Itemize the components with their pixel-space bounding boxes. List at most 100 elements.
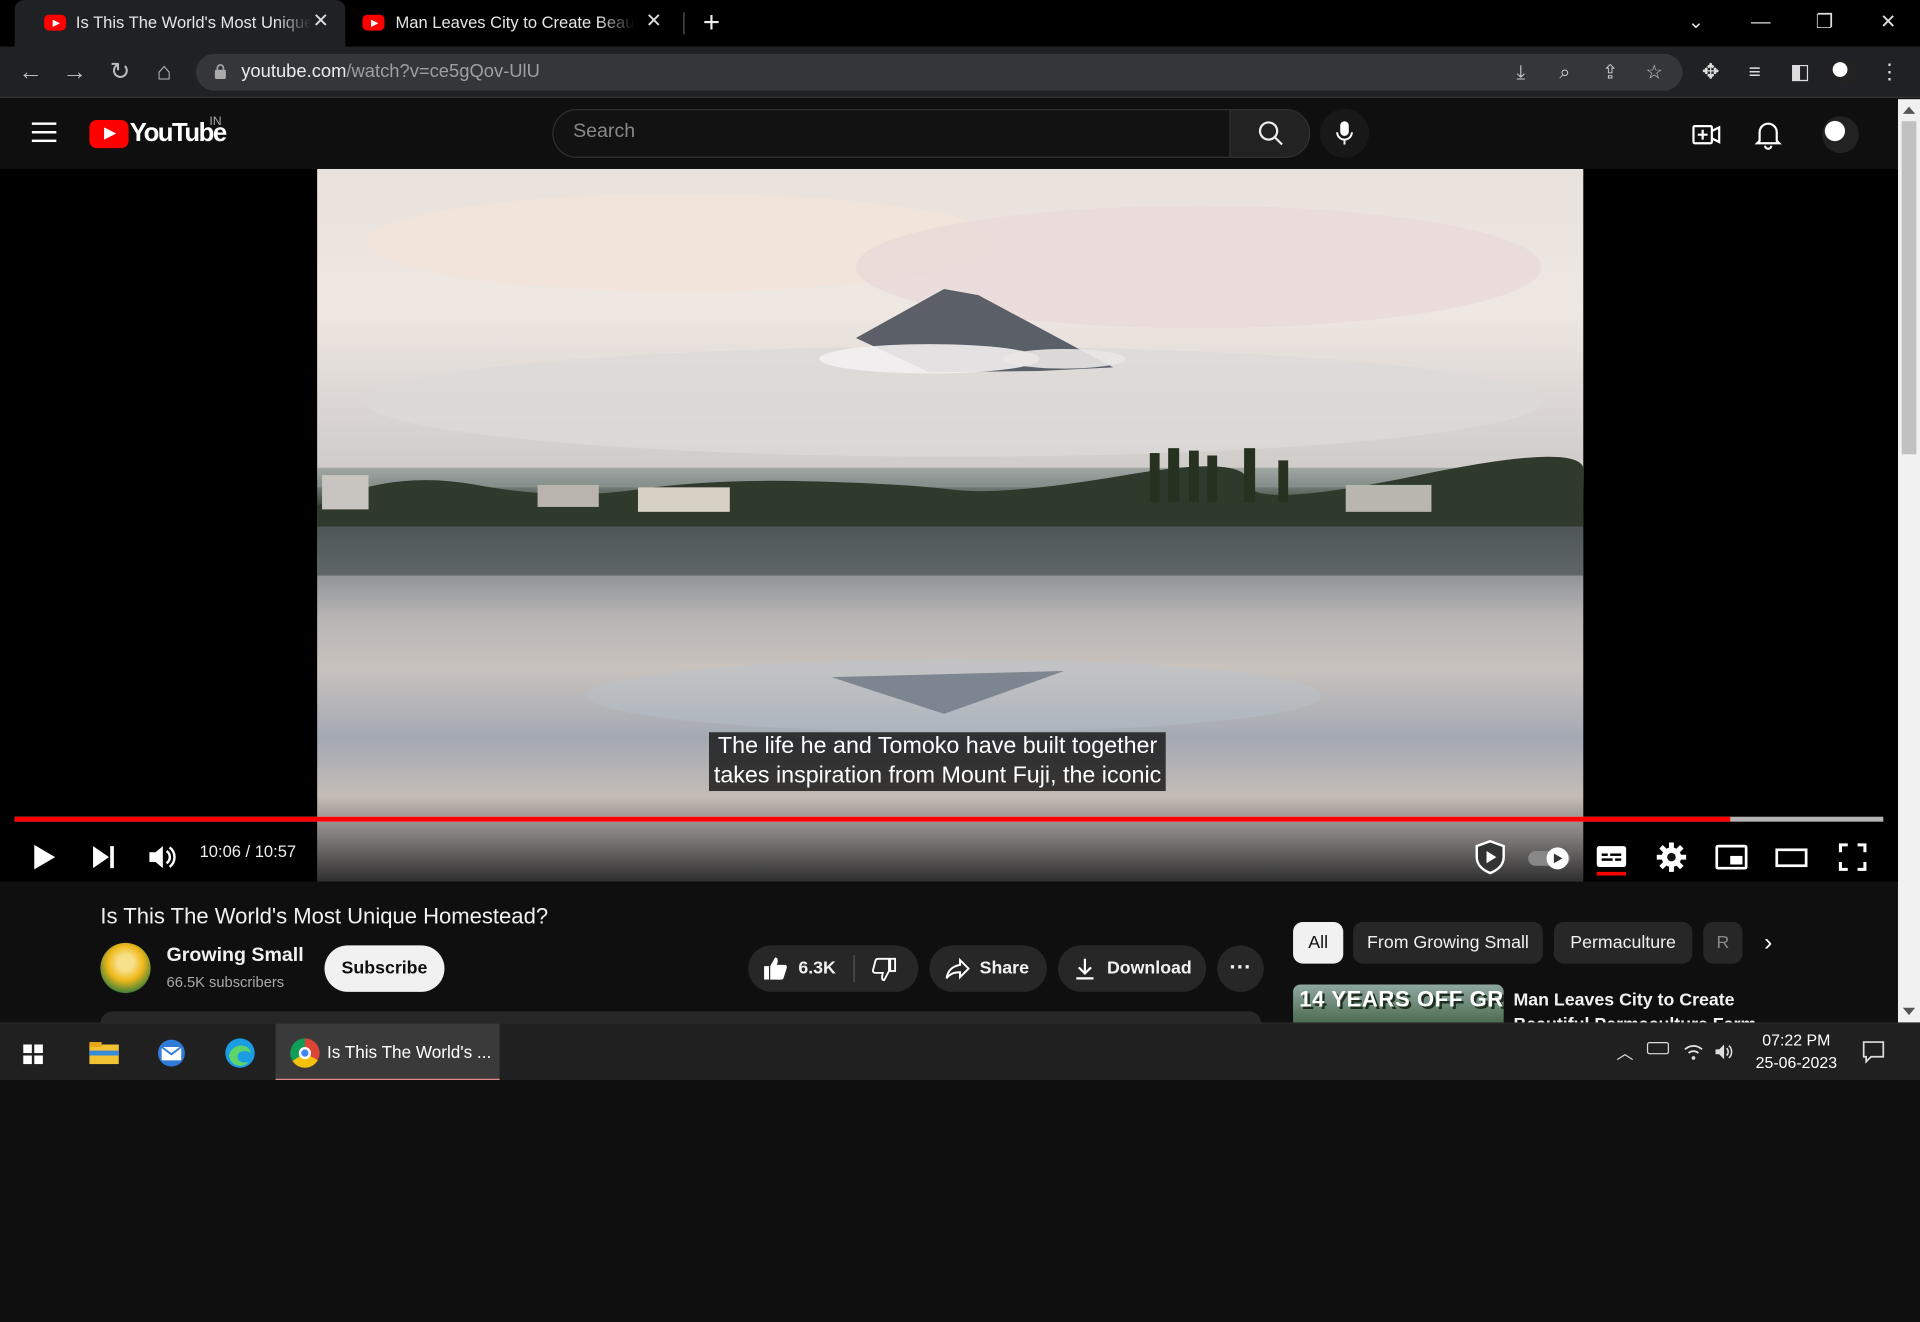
extensions-puzzle-icon[interactable]: ✥ <box>1697 59 1724 86</box>
settings-gear-icon[interactable] <box>1649 835 1693 879</box>
thumbnail-text: 14 YEARS OFF GRID <box>1299 986 1504 1012</box>
scroll-down-arrow-icon[interactable] <box>1902 1007 1916 1016</box>
volume-icon[interactable] <box>140 835 184 879</box>
chip-permaculture[interactable]: Permaculture <box>1553 922 1693 964</box>
autoplay-toggle-icon[interactable] <box>1526 835 1575 879</box>
system-clock[interactable]: 07:22 PM 25-06-2023 <box>1753 1030 1839 1074</box>
bookmark-star-icon[interactable]: ☆ <box>1641 60 1668 87</box>
close-window-icon[interactable]: ✕ <box>1870 7 1907 39</box>
windows-taskbar: Is This The World's ... ︿ 07:22 PM 25-06… <box>0 1022 1920 1081</box>
chrome-icon <box>290 1038 320 1068</box>
closed-caption-box: The life he and Tomoko have built togeth… <box>708 732 1167 792</box>
youtube-favicon-icon <box>362 14 385 31</box>
reload-icon[interactable]: ↻ <box>104 56 136 88</box>
microphone-icon <box>1336 121 1353 145</box>
taskbar-chrome-window[interactable]: Is This The World's ... <box>275 1023 500 1081</box>
subtitles-icon[interactable] <box>1589 835 1633 879</box>
back-arrow-icon[interactable]: ← <box>15 56 47 88</box>
chip-all[interactable]: All <box>1293 922 1344 964</box>
edge-browser-icon[interactable] <box>217 1031 264 1075</box>
voice-search-button[interactable] <box>1320 108 1369 158</box>
restore-icon[interactable]: ❐ <box>1806 7 1843 39</box>
more-actions-icon[interactable]: ··· <box>1217 945 1264 992</box>
download-label: Download <box>1106 958 1192 979</box>
wifi-icon[interactable] <box>1682 1042 1704 1062</box>
like-thumb-up-icon[interactable] <box>762 955 789 982</box>
like-divider <box>853 955 855 983</box>
mail-icon[interactable] <box>148 1031 195 1075</box>
country-code: IN <box>209 115 222 129</box>
profile-avatar-icon[interactable] <box>1830 58 1858 86</box>
like-dislike-group: 6.3K <box>748 945 919 992</box>
tab-active[interactable]: Is This The World's Most Unique Homestea… <box>14 0 346 47</box>
lock-icon <box>214 64 226 79</box>
create-video-icon[interactable] <box>1690 118 1724 152</box>
channel-name[interactable]: Growing Small <box>167 945 304 967</box>
next-video-icon[interactable] <box>81 835 125 879</box>
tray-overflow-chevron-icon[interactable]: ︿ <box>1616 1041 1633 1065</box>
tab-close-icon[interactable]: ✕ <box>642 10 666 34</box>
tab-inactive[interactable]: Man Leaves City to Create Beautiful Perm… <box>348 0 679 47</box>
scroll-up-arrow-icon[interactable] <box>1902 106 1916 114</box>
subscribe-button[interactable]: Subscribe <box>324 945 445 992</box>
notifications-bell-icon[interactable] <box>1751 118 1785 152</box>
youtube-logo-icon[interactable] <box>89 120 129 149</box>
like-count[interactable]: 6.3K <box>798 959 836 979</box>
youtube-masthead: YouTube IN <box>0 99 1898 169</box>
file-explorer-icon[interactable] <box>81 1031 128 1075</box>
account-avatar[interactable] <box>1822 116 1859 154</box>
tab-title: Is This The World's Most Unique Homestea… <box>75 13 312 32</box>
chrome-menu-icon[interactable]: ⋮ <box>1876 59 1903 86</box>
chips-next-chevron-icon[interactable]: › <box>1755 929 1782 956</box>
browser-tab-strip: Is This The World's Most Unique Homestea… <box>0 0 1920 47</box>
download-icon <box>1076 958 1094 980</box>
chip-truncated[interactable]: R <box>1703 922 1743 964</box>
tab-title: Man Leaves City to Create Beautiful Perm… <box>395 13 635 32</box>
subscriber-count: 66.5K subscribers <box>166 973 285 991</box>
video-player[interactable]: The life he and Tomoko have built togeth… <box>0 168 1898 882</box>
zoom-icon[interactable]: ⌕ <box>1551 60 1578 87</box>
search-input[interactable] <box>573 121 1210 144</box>
theater-mode-icon[interactable] <box>1769 835 1813 879</box>
miniplayer-icon[interactable] <box>1709 835 1753 879</box>
share-page-icon[interactable]: ⇪ <box>1597 60 1624 87</box>
tab-separator <box>683 12 685 35</box>
youtube-favicon-icon <box>44 14 67 31</box>
caption-line-1: The life he and Tomoko have built togeth… <box>717 733 1158 760</box>
time-display: 10:06 / 10:57 <box>199 842 297 861</box>
windows-start-icon[interactable] <box>10 1031 57 1075</box>
caption-line-2: takes inspiration from Mount Fuji, the i… <box>713 762 1162 789</box>
media-control-icon[interactable]: ≡ <box>1741 59 1768 86</box>
new-tab-button[interactable]: + <box>696 7 728 39</box>
tab-close-icon[interactable]: ✕ <box>309 10 333 34</box>
battery-icon[interactable] <box>1646 1042 1669 1055</box>
address-bar[interactable]: youtube.com/watch?v=ce5gQov-UlU ⤓ ⌕ ⇪ ☆ <box>195 53 1683 91</box>
ad-shield-extension-icon[interactable] <box>1468 835 1512 879</box>
url-text: youtube.com/watch?v=ce5gQov-UlU <box>241 61 540 82</box>
chip-from-growing-small[interactable]: From Growing Small <box>1353 922 1543 964</box>
minimize-icon[interactable]: — <box>1742 7 1779 39</box>
progress-played <box>14 816 1731 822</box>
scrollbar-thumb[interactable] <box>1901 121 1917 455</box>
speaker-volume-icon[interactable] <box>1713 1042 1735 1062</box>
dislike-thumb-down-icon[interactable] <box>871 956 898 983</box>
notification-center-icon[interactable] <box>1861 1040 1885 1064</box>
share-label: Share <box>979 958 1029 979</box>
clock-date: 25-06-2023 <box>1755 1053 1838 1072</box>
fullscreen-icon[interactable] <box>1831 835 1875 879</box>
hamburger-menu-icon[interactable] <box>31 122 57 143</box>
page-scrollbar[interactable] <box>1897 99 1920 1023</box>
forward-arrow-icon[interactable]: → <box>59 56 91 88</box>
share-arrow-icon <box>945 957 970 980</box>
side-panel-icon[interactable]: ◧ <box>1787 59 1814 86</box>
share-button[interactable]: Share <box>929 945 1047 992</box>
progress-bar[interactable] <box>14 816 1884 822</box>
download-button[interactable]: Download <box>1057 945 1207 992</box>
home-icon[interactable]: ⌂ <box>148 56 180 88</box>
taskbar-window-label: Is This The World's ... <box>326 1042 492 1062</box>
search-button[interactable] <box>1229 108 1311 158</box>
tab-search-chevron-icon[interactable]: ⌄ <box>1678 7 1715 39</box>
channel-avatar[interactable] <box>100 942 151 994</box>
play-button-icon[interactable] <box>22 835 66 879</box>
install-app-icon[interactable]: ⤓ <box>1507 60 1534 87</box>
